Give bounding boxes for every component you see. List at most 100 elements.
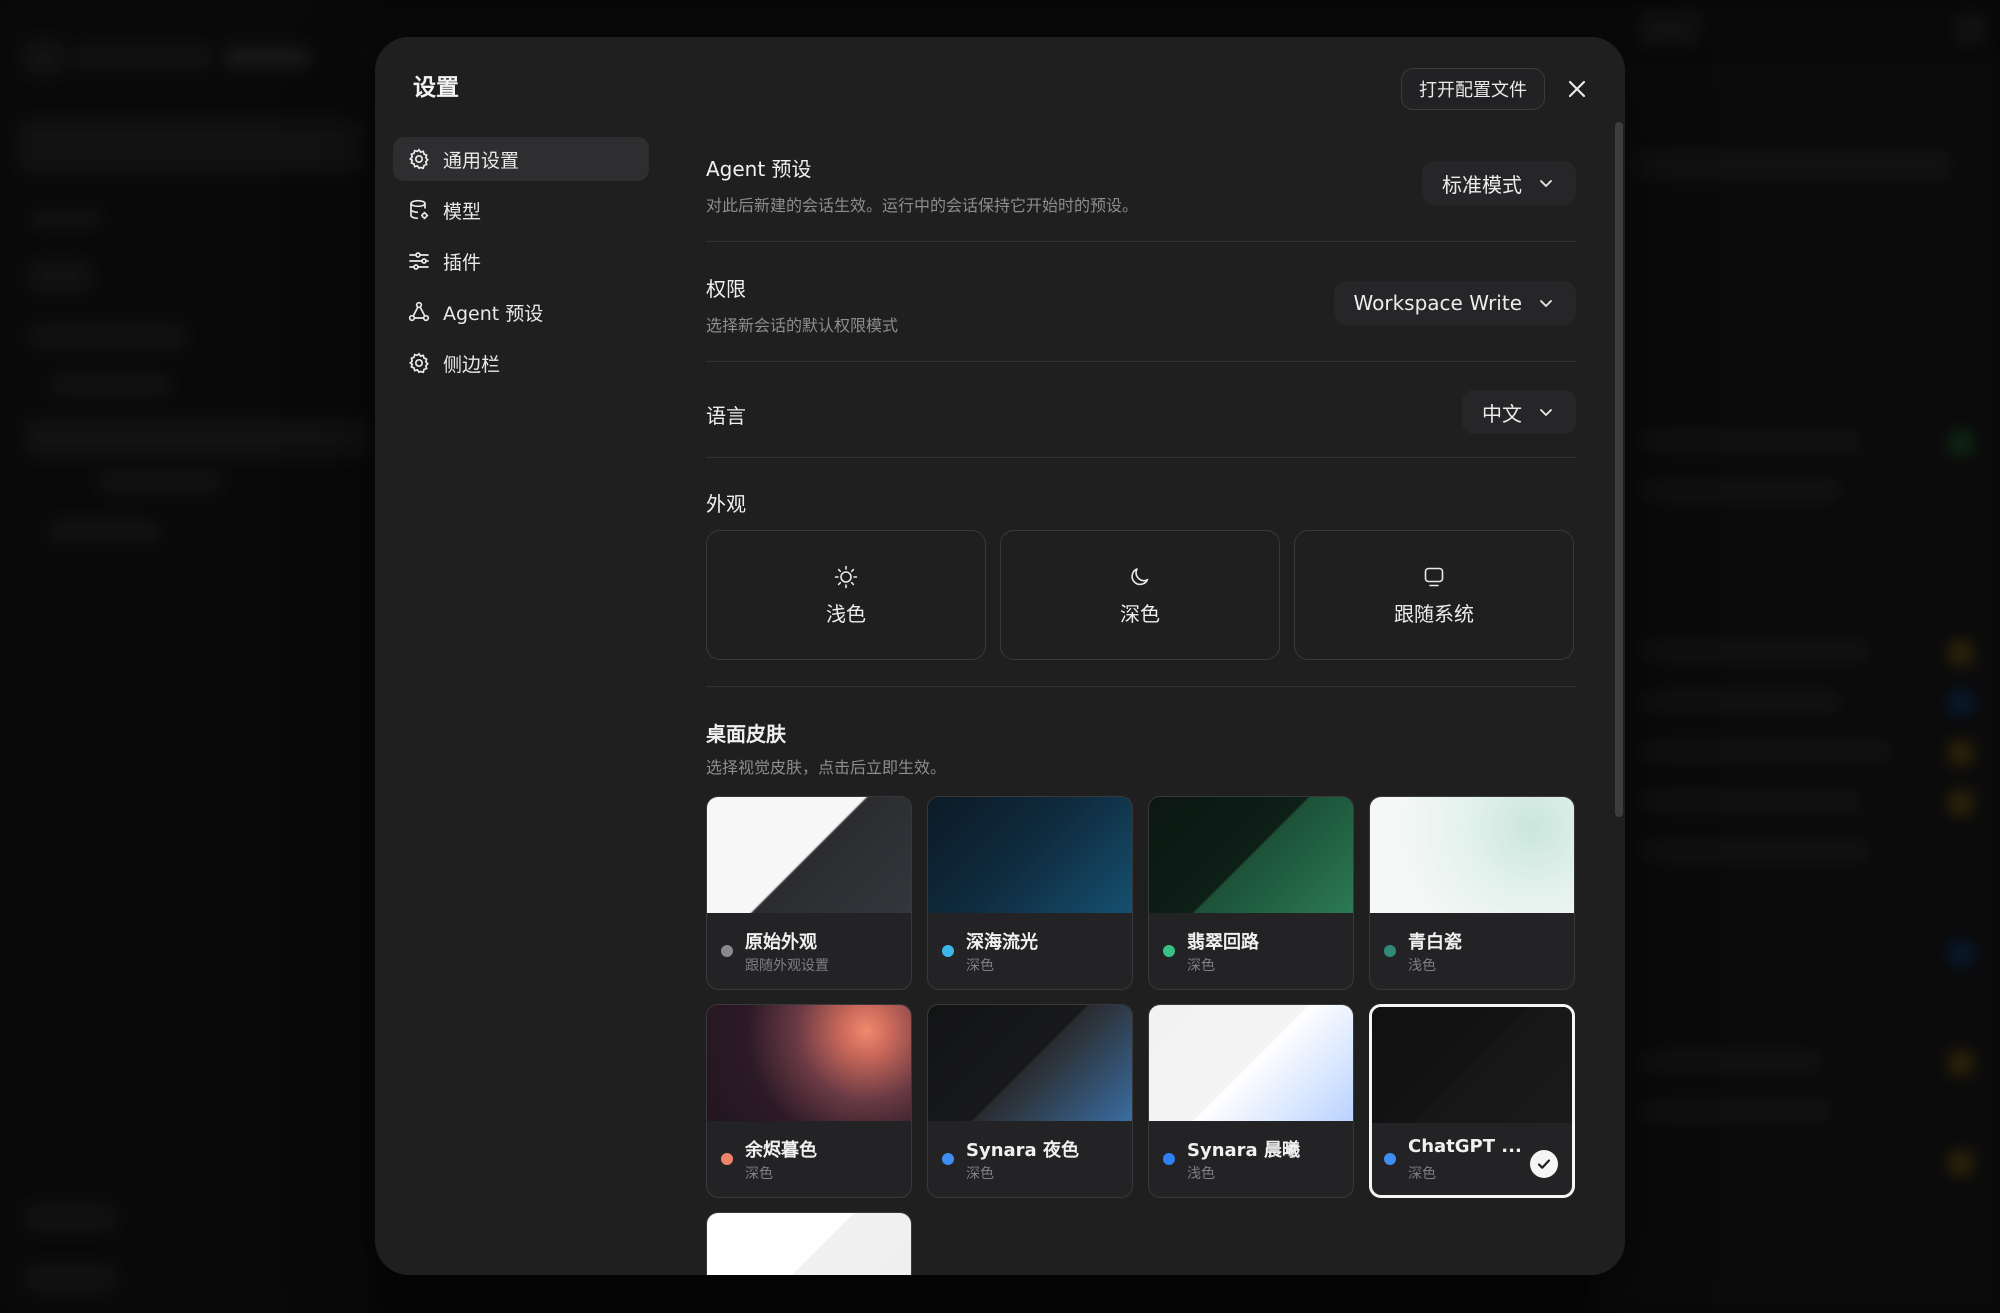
settings-modal: 设置 打开配置文件 通用设置 模型 插件 Agent 预设 侧边栏 Agent … [375,37,1625,1275]
skin-preview [1370,797,1574,913]
skin-color-dot [942,1153,954,1165]
skin-name: ChatGPT ... [1408,1136,1522,1157]
skin-meta: 余烬暮色 深色 [707,1121,911,1197]
monitor-icon [1424,567,1444,586]
open-config-file-button[interactable]: 打开配置文件 [1401,68,1545,110]
skin-subtitle: 深色 [1187,958,1215,974]
nav-item-label: 通用设置 [443,149,520,172]
divider [706,361,1576,362]
permission-select[interactable]: Workspace Write [1333,281,1576,325]
nav-item-label: Agent 预设 [443,302,544,325]
skin-meta: Synara 晨曦 浅色 [1149,1121,1353,1197]
skin-preview [1372,1007,1572,1123]
chevron-down-icon [1538,175,1554,191]
skin-name: 原始外观 [745,932,817,953]
skin-color-dot [721,1153,733,1165]
skin-name: Synara 夜色 [966,1140,1079,1161]
skins-title: 桌面皮肤 [706,722,786,746]
nav-item-label: 插件 [443,251,482,274]
theme-option-label: 浅色 [826,601,866,626]
skin-color-dot [1163,1153,1175,1165]
skin-name: 余烬暮色 [745,1140,817,1161]
row-title: 外观 [706,492,746,516]
language-row: 语言 [706,400,1576,429]
nav-item-plugins[interactable]: 插件 [393,239,649,283]
skin-meta: 原始外观 跟随外观设置 [707,913,911,989]
skin-preview [707,1213,911,1275]
settings-nav: 通用设置 模型 插件 Agent 预设 侧边栏 [393,137,649,392]
chevron-down-icon [1538,295,1554,311]
skin-subtitle: 深色 [966,1166,994,1182]
skin-card-deep-sea[interactable]: 深海流光 深色 [927,796,1133,990]
skin-meta: Synara 夜色 深色 [928,1121,1132,1197]
theme-option-light[interactable]: 浅色 [706,530,986,660]
select-value: Workspace Write [1353,291,1522,315]
checkmark-icon [1530,1150,1558,1178]
skins-description: 选择视觉皮肤，点击后立即生效。 [706,758,947,777]
skin-card-synara-night[interactable]: Synara 夜色 深色 [927,1004,1133,1198]
skin-meta: ChatGPT ... 深色 [1372,1123,1572,1195]
skin-color-dot [942,945,954,957]
sliders-icon [407,249,431,273]
skin-name: 深海流光 [966,932,1038,953]
nav-item-agent-preset[interactable]: Agent 预设 [393,290,649,334]
skin-name: 青白瓷 [1408,932,1462,953]
language-select[interactable]: 中文 [1462,390,1576,434]
skin-color-dot [1163,945,1175,957]
skin-meta: 青白瓷 浅色 [1370,913,1574,989]
skin-preview [707,1005,911,1121]
skin-subtitle: 深色 [745,1166,773,1182]
nav-item-label: 侧边栏 [443,353,501,376]
skin-card-synara-dawn[interactable]: Synara 晨曦 浅色 [1148,1004,1354,1198]
skin-card-celadon[interactable]: 青白瓷 浅色 [1369,796,1575,990]
divider [706,241,1576,242]
nav-item-general[interactable]: 通用设置 [393,137,649,181]
sun-icon [834,565,858,588]
gear-icon [407,147,431,171]
skin-color-dot [721,945,733,957]
select-value: 中文 [1482,401,1522,426]
skin-preview [707,797,911,913]
skin-meta: 深海流光 深色 [928,913,1132,989]
agent-icon [407,300,431,324]
skin-subtitle: 深色 [966,958,994,974]
nav-item-sidebar[interactable]: 侧边栏 [393,341,649,385]
theme-option-label: 深色 [1120,601,1160,626]
skin-name: 翡翠回路 [1187,932,1259,953]
skin-preview [1149,1005,1353,1121]
agent-preset-select[interactable]: 标准模式 [1422,161,1576,205]
skin-preview [1149,797,1353,913]
modal-title: 设置 [413,75,459,101]
skin-preview [928,1005,1132,1121]
skin-card-ember[interactable]: 余烬暮色 深色 [706,1004,912,1198]
skin-subtitle: 浅色 [1408,958,1436,974]
database-icon [407,198,431,222]
appearance-row: 外观 [706,488,1576,517]
skin-preview [928,797,1132,913]
skin-card-original[interactable]: 原始外观 跟随外观设置 [706,796,912,990]
skin-card-partial[interactable] [706,1212,912,1275]
skin-color-dot [1384,945,1396,957]
row-title: 语言 [706,404,746,428]
skin-name: Synara 晨曦 [1187,1140,1300,1161]
theme-option-system[interactable]: 跟随系统 [1294,530,1574,660]
scrollbar[interactable] [1615,122,1623,817]
nav-item-label: 模型 [443,200,482,223]
divider [706,457,1576,458]
nav-item-model[interactable]: 模型 [393,188,649,232]
skin-card-emerald[interactable]: 翡翠回路 深色 [1148,796,1354,990]
select-value: 标准模式 [1442,172,1522,197]
close-button[interactable] [1563,75,1591,103]
skin-meta: 翡翠回路 深色 [1149,913,1353,989]
divider [706,686,1576,687]
skin-card-chatgpt[interactable]: ChatGPT ... 深色 [1369,1004,1575,1198]
moon-icon [1131,567,1149,585]
gear-icon [407,351,431,375]
skin-subtitle: 深色 [1408,1166,1436,1182]
chevron-down-icon [1538,404,1554,420]
skin-subtitle: 跟随外观设置 [745,958,829,974]
skin-color-dot [1384,1153,1396,1165]
close-icon [1568,80,1586,98]
theme-option-label: 跟随系统 [1394,601,1474,626]
theme-option-dark[interactable]: 深色 [1000,530,1280,660]
